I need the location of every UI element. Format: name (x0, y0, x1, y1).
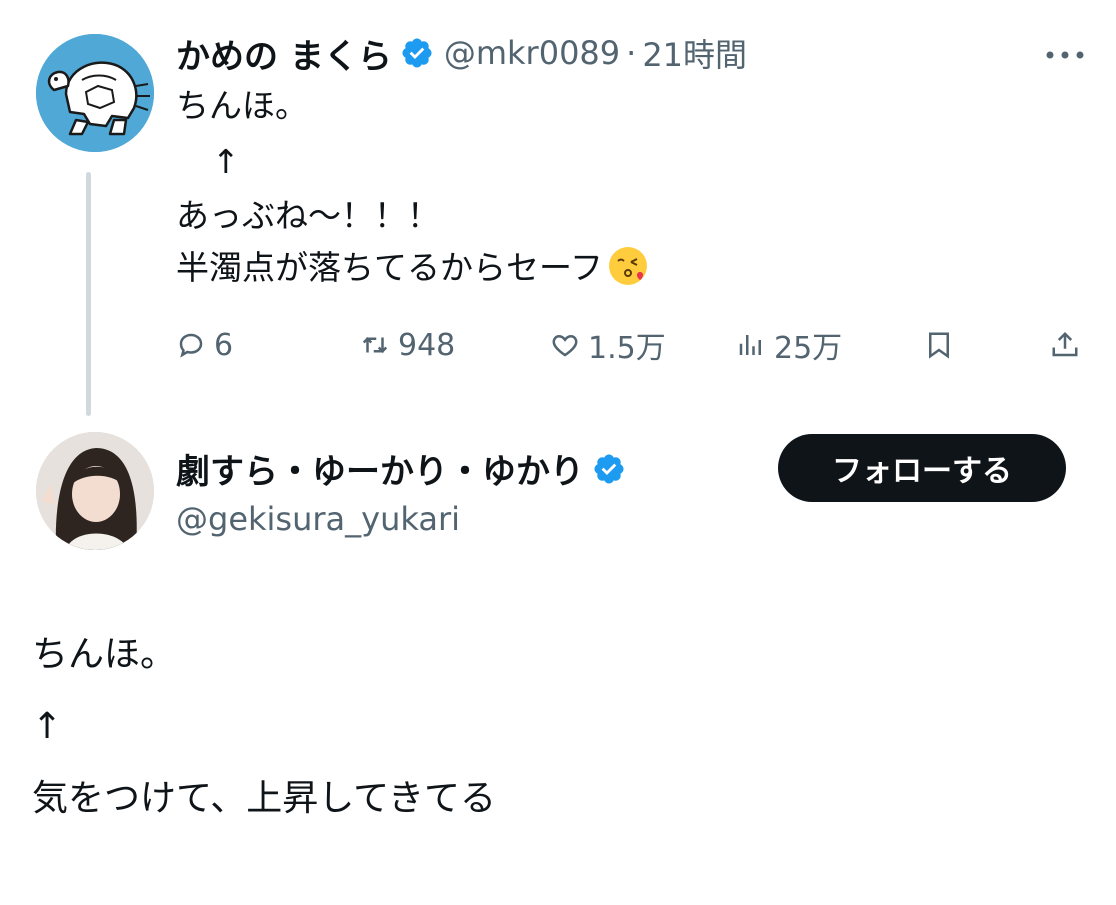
reply-count: 6 (214, 327, 234, 363)
reply-button[interactable]: 6 (176, 320, 233, 370)
tweet1-text-line-3: あっぶね〜！！！ (176, 196, 440, 235)
verified-badge-icon (592, 452, 626, 486)
user-handle-2[interactable]: @gekisura_yukari (176, 500, 460, 538)
repost-button[interactable]: 948 (360, 320, 455, 370)
more-options-icon[interactable] (1040, 40, 1090, 70)
verified-badge-icon (400, 36, 434, 70)
tweet1-text-line-4-content: 半濁点が落ちてるからセーフ (176, 248, 604, 287)
bookmark-button[interactable] (924, 320, 962, 370)
separator-dot: · (626, 34, 637, 72)
heart-icon (552, 334, 578, 357)
share-button[interactable] (1050, 320, 1088, 370)
repost-count: 948 (398, 327, 456, 363)
tweet2-text-arrow: ↑ (32, 706, 63, 747)
repost-icon (362, 336, 388, 354)
like-count: 1.5万 (588, 331, 666, 366)
views-chart-icon (739, 335, 761, 355)
kissing-face-emoji-icon (607, 245, 649, 287)
tweet2-header: 劇すら・ゆーかり・ゆかり (176, 444, 626, 493)
bookmark-icon (929, 332, 949, 359)
views-button[interactable]: 25万 (736, 320, 842, 370)
timestamp[interactable]: 21時間 (642, 30, 747, 76)
like-button[interactable]: 1.5万 (550, 320, 666, 370)
share-icon (1052, 331, 1078, 357)
tweet1-text-arrow: ↑ (212, 142, 240, 181)
display-name-2[interactable]: 劇すら・ゆーかり・ゆかり (176, 444, 584, 493)
tweet1-header: かめの まくら @mkr0089 · 21時間 (176, 29, 747, 78)
avatar-kamenomakura[interactable] (36, 34, 154, 152)
profile-photo-icon (36, 432, 154, 550)
reply-icon (179, 333, 203, 358)
follow-button[interactable]: フォローする (778, 434, 1066, 502)
thread-connector-line (86, 172, 91, 416)
display-name[interactable]: かめの まくら (176, 29, 392, 78)
tweet1-text-line-4: 半濁点が落ちてるからセーフ (176, 244, 649, 292)
tweet2-text-line-1: ちんほ。 (32, 634, 177, 675)
avatar-gekisura-yukari[interactable] (36, 432, 154, 550)
tweet1-text-line-1: ちんほ。 (176, 86, 308, 125)
views-count: 25万 (774, 331, 843, 366)
turtle-icon (36, 34, 154, 152)
user-handle[interactable]: @mkr0089 (444, 34, 620, 72)
tweet2-text-line-3: 気をつけて、上昇してきてる (32, 778, 497, 819)
